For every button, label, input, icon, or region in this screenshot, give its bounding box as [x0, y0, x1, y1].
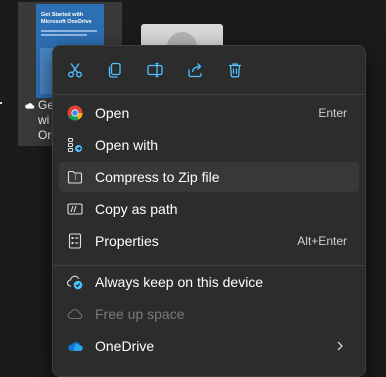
cloud-status-icon	[25, 103, 35, 109]
menu-item-compress-zip[interactable]: Compress to Zip file	[59, 162, 359, 192]
rename-button[interactable]	[143, 58, 167, 82]
menu-item-label: Free up space	[95, 306, 185, 322]
menu-item-label: Compress to Zip file	[95, 169, 220, 185]
onedrive-icon	[67, 338, 83, 354]
menu-item-open-with[interactable]: Open with	[59, 130, 359, 160]
thumbnail-line	[41, 30, 97, 32]
open-with-icon	[67, 137, 83, 153]
menu-separator	[53, 265, 365, 266]
scissors-icon	[68, 63, 82, 78]
menu-item-shortcut: Enter	[318, 106, 347, 120]
chrome-icon	[67, 105, 83, 121]
menu-item-free-up-space: Free up space	[59, 299, 359, 329]
menu-item-copy-as-path[interactable]: Copy as path	[59, 194, 359, 224]
trash-icon	[229, 63, 241, 78]
list-bullet	[0, 102, 2, 104]
menu-item-shortcut: Alt+Enter	[297, 234, 347, 248]
context-menu-toolbar	[53, 46, 365, 94]
context-menu: Open Enter Open with Compress to Zip fil…	[52, 45, 366, 377]
cloud-sync-icon	[67, 274, 83, 290]
copy-button[interactable]	[103, 58, 127, 82]
menu-item-label: Open with	[95, 137, 159, 153]
copy-path-icon	[67, 201, 83, 217]
thumbnail-line	[41, 34, 87, 36]
menu-item-always-keep[interactable]: Always keep on this device	[59, 267, 359, 297]
delete-button[interactable]	[223, 58, 247, 82]
share-icon	[188, 63, 202, 78]
share-button[interactable]	[183, 58, 207, 82]
cloud-icon	[67, 306, 83, 322]
menu-item-label: Copy as path	[95, 201, 178, 217]
thumbnail-title: Get Started with Microsoft OneDrive	[41, 12, 92, 25]
zip-folder-icon	[67, 169, 83, 185]
menu-separator	[53, 94, 365, 95]
menu-item-label: Properties	[95, 233, 159, 249]
properties-icon	[67, 233, 83, 249]
menu-item-label: OneDrive	[95, 338, 155, 354]
rename-icon	[147, 62, 163, 78]
menu-item-label: Open	[95, 105, 130, 121]
menu-item-onedrive[interactable]: OneDrive	[59, 331, 359, 361]
menu-item-properties[interactable]: Properties Alt+Enter	[59, 226, 359, 256]
copy-icon	[108, 62, 121, 78]
chevron-right-icon	[337, 341, 343, 351]
cut-button[interactable]	[63, 58, 87, 82]
menu-item-open[interactable]: Open Enter	[59, 98, 359, 128]
menu-item-label: Always keep on this device	[95, 274, 264, 290]
